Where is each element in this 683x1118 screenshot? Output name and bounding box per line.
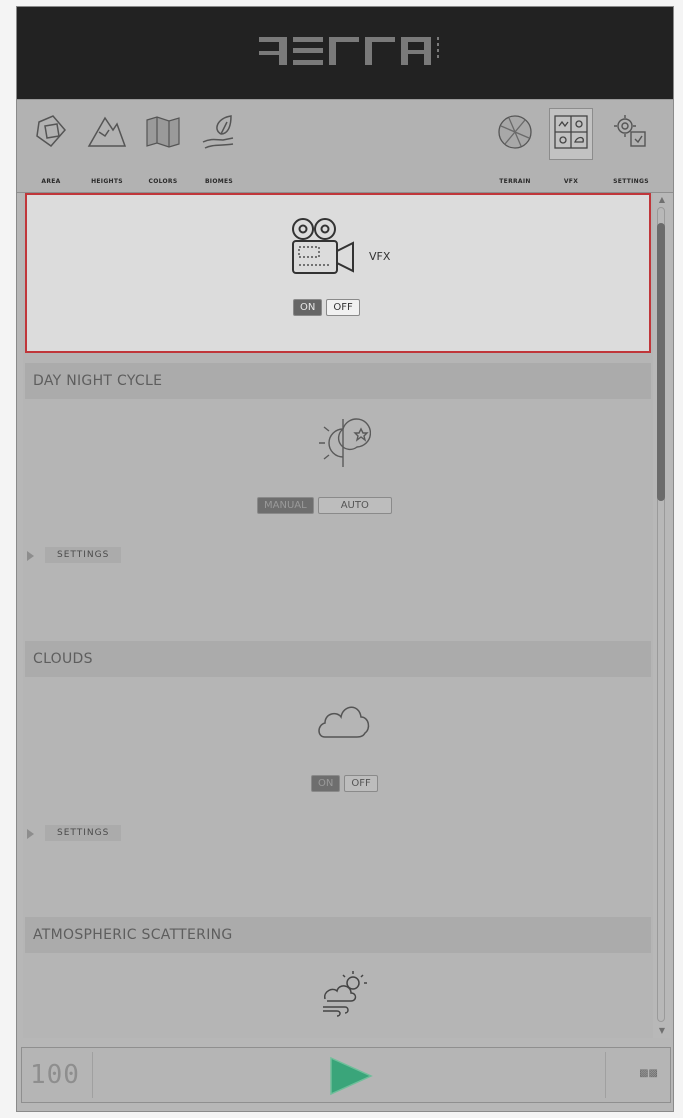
tool-vfx-label: VFX: [563, 178, 579, 185]
vfx-toggle: ON OFF: [293, 299, 360, 316]
scroll-down-arrow-icon[interactable]: ▼: [657, 1026, 667, 1036]
tool-colors-label: COLORS: [148, 178, 178, 185]
tool-heights-label: HEIGHTS: [91, 178, 123, 185]
tool-terrain-label: TERRAIN: [499, 178, 531, 185]
vfx-grid-icon: [554, 115, 588, 149]
tool-biomes[interactable]: BIOMES: [189, 108, 249, 188]
panel-scrollbar[interactable]: ▲ ▼: [653, 193, 671, 1038]
scroll-up-arrow-icon[interactable]: ▲: [657, 195, 667, 205]
mini-tools-icon[interactable]: ▩▩: [639, 1068, 658, 1079]
vfx-panel-content: VFX ON OFF DAY NIGHT CYCLE MANUAL AUTO S…: [23, 193, 653, 1038]
tool-area[interactable]: AREA: [21, 108, 81, 188]
day-night-header[interactable]: DAY NIGHT CYCLE: [25, 363, 651, 399]
tool-settings-label: SETTINGS: [613, 178, 649, 185]
tool-heights[interactable]: HEIGHTS: [77, 108, 137, 188]
terra-window: AREA HEIGHTS COLORS BIOMES TERRAIN VFX S…: [16, 6, 674, 1112]
footer-bar: 100 ▩▩: [21, 1047, 671, 1103]
tool-colors[interactable]: COLORS: [133, 108, 193, 188]
play-icon[interactable]: [327, 1056, 375, 1096]
scroll-thumb[interactable]: [657, 223, 665, 501]
tool-biomes-label: BIOMES: [204, 178, 234, 185]
atmospheric-scattering-header[interactable]: ATMOSPHERIC SCATTERING: [25, 917, 651, 953]
globe-icon: [498, 115, 532, 149]
tool-settings[interactable]: SETTINGS: [601, 108, 661, 188]
vfx-master-card: VFX ON OFF: [25, 193, 651, 353]
gears-icon: [614, 115, 646, 147]
vfx-label: VFX: [369, 250, 391, 263]
day-night-settings-button[interactable]: SETTINGS: [45, 547, 122, 563]
clouds-on-button[interactable]: ON: [311, 775, 341, 792]
play-area: [92, 1052, 606, 1098]
clouds-settings-button[interactable]: SETTINGS: [45, 825, 122, 841]
leaf-hand-icon: [202, 115, 234, 149]
vfx-off-button[interactable]: OFF: [326, 299, 360, 316]
cloud-icon: [318, 706, 370, 738]
area-icon: [36, 115, 66, 148]
clouds-title: CLOUDS: [33, 651, 93, 667]
map-icon: [146, 116, 180, 148]
auto-button[interactable]: AUTO: [317, 497, 392, 514]
tool-area-label: AREA: [41, 178, 61, 185]
tool-toolbar: AREA HEIGHTS COLORS BIOMES TERRAIN VFX S…: [17, 99, 673, 193]
tool-terrain[interactable]: TERRAIN: [485, 108, 545, 188]
counter-display: 100: [30, 1060, 80, 1090]
mountain-icon: [87, 116, 127, 147]
atmospheric-scattering-title: ATMOSPHERIC SCATTERING: [33, 927, 233, 943]
vfx-on-button[interactable]: ON: [293, 299, 323, 316]
day-night-mode-toggle: MANUAL AUTO: [257, 497, 392, 514]
clouds-header[interactable]: CLOUDS: [25, 641, 651, 677]
terra-logo: [259, 37, 439, 65]
day-night-icon: [319, 418, 371, 467]
app-header: [17, 7, 673, 99]
tool-vfx[interactable]: VFX: [541, 108, 601, 188]
clouds-off-button[interactable]: OFF: [344, 775, 378, 792]
expand-triangle-icon: [27, 551, 34, 561]
manual-button[interactable]: MANUAL: [257, 497, 314, 514]
movie-camera-icon: [292, 218, 354, 274]
expand-triangle-icon: [27, 829, 34, 839]
day-night-title: DAY NIGHT CYCLE: [33, 373, 163, 389]
weather-wind-icon: [323, 971, 367, 1017]
clouds-toggle: ON OFF: [311, 775, 378, 792]
